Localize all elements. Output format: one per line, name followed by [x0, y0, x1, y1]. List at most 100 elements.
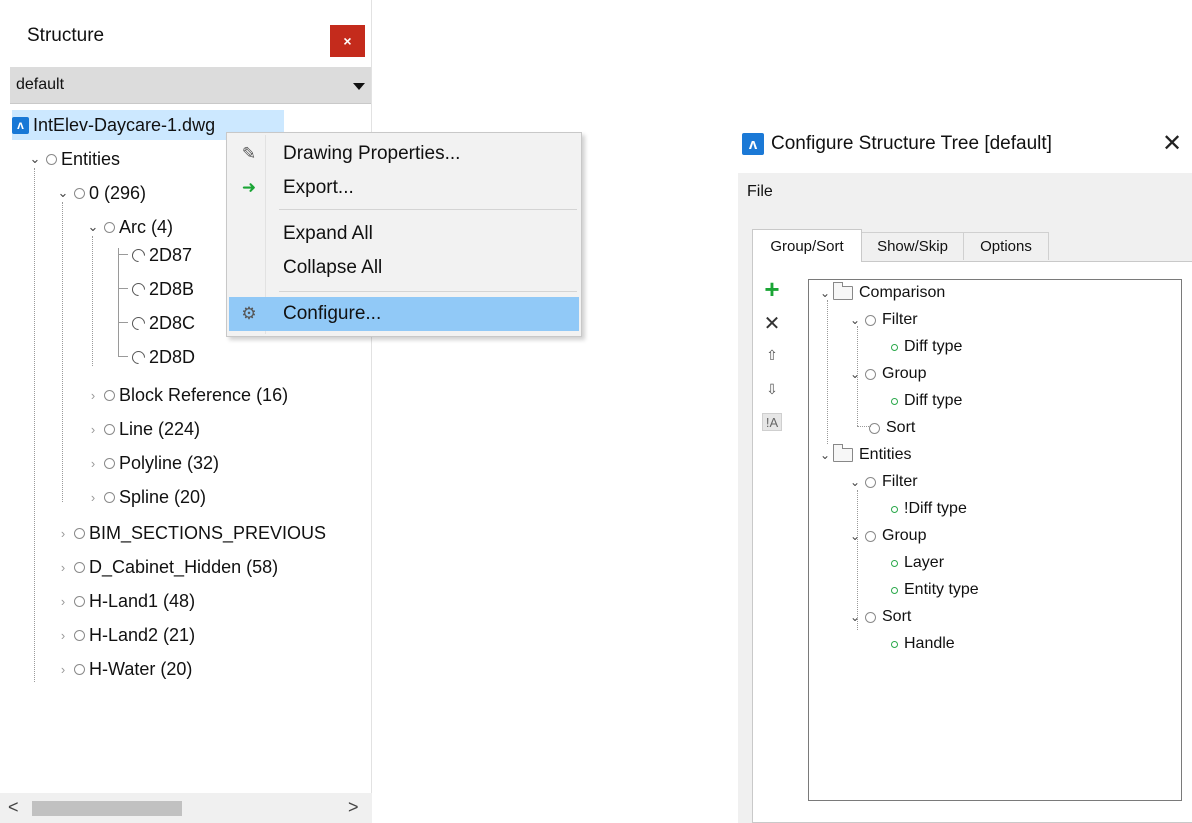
- tree-node-arc[interactable]: ⌄ Arc (4): [86, 212, 173, 242]
- tree-node-label: Filter: [882, 473, 918, 490]
- export-icon: ➜: [241, 178, 257, 197]
- node-circle-icon: [104, 423, 115, 435]
- tree-root-label: IntElev-Daycare-1.dwg: [33, 114, 216, 135]
- menu-item-label: Collapse All: [283, 257, 383, 278]
- chevron-down-icon[interactable]: ⌄: [28, 151, 42, 167]
- arc-icon: [129, 279, 148, 299]
- tree-leaf-not-diff-type[interactable]: !Diff type: [887, 496, 967, 522]
- menu-item-drawing-properties[interactable]: ✎ Drawing Properties...: [229, 137, 579, 171]
- tree-connector: [827, 300, 828, 444]
- tree-node-label: Entity type: [904, 581, 979, 598]
- chevron-down-icon[interactable]: ⌄: [849, 475, 861, 489]
- tree-leaf-diff-type[interactable]: Diff type: [887, 334, 962, 360]
- tree-node-label: H-Land2 (21): [89, 624, 196, 645]
- tree-node-comparison-filter[interactable]: ⌄ Filter: [849, 307, 918, 333]
- tree-node-h-water[interactable]: › H-Water (20): [56, 654, 193, 684]
- configure-dialog: ʌ Configure Structure Tree [default] ✕ F…: [738, 113, 1192, 823]
- tree-node-label: Comparison: [859, 284, 946, 301]
- tab-show-skip[interactable]: Show/Skip: [861, 232, 964, 260]
- tree-leaf-arc-item[interactable]: 2D8B: [128, 274, 194, 304]
- context-menu: ✎ Drawing Properties... ➜ Export... Expa…: [226, 132, 582, 337]
- tree-node-h-land2[interactable]: › H-Land2 (21): [56, 620, 195, 650]
- tree-connector: [118, 254, 128, 255]
- node-circle-icon: [46, 153, 57, 165]
- chevron-right-icon[interactable]: ›: [56, 560, 70, 575]
- chevron-right-icon[interactable]: ›: [86, 388, 100, 403]
- dialog-close-button[interactable]: ✕: [1162, 129, 1182, 158]
- close-button[interactable]: ×: [330, 25, 365, 57]
- tree-leaf-handle[interactable]: Handle: [887, 631, 955, 657]
- chevron-down-icon[interactable]: ⌄: [849, 529, 861, 543]
- chevron-right-icon[interactable]: ›: [56, 662, 70, 677]
- node-circle-icon: [74, 663, 85, 675]
- config-dropdown[interactable]: default: [10, 67, 371, 104]
- chevron-down-icon[interactable]: ⌄: [819, 448, 831, 462]
- negate-button[interactable]: !A: [762, 413, 782, 431]
- tree-leaf-diff-type[interactable]: Diff type: [887, 388, 962, 414]
- tree-node-label: 2D8B: [149, 278, 195, 299]
- dropdown-value: default: [16, 76, 65, 93]
- chevron-down-icon[interactable]: ⌄: [849, 313, 861, 327]
- menu-item-configure[interactable]: ⚙ Configure...: [229, 297, 579, 331]
- tree-node-entities-group[interactable]: ⌄ Group: [849, 523, 927, 549]
- move-down-button[interactable]: ⇩: [760, 377, 784, 401]
- chevron-right-icon[interactable]: ›: [86, 422, 100, 437]
- tree-node-comparison-group[interactable]: ⌄ Group: [849, 361, 927, 387]
- node-circle-icon: [74, 629, 85, 641]
- tree-node-layer-0[interactable]: ⌄ 0 (296): [56, 178, 147, 208]
- tab-options[interactable]: Options: [963, 232, 1049, 260]
- tree-node-entities[interactable]: ⌄ Entities: [819, 442, 911, 468]
- properties-icon: ✎: [241, 144, 257, 163]
- chevron-down-icon[interactable]: ⌄: [849, 610, 861, 624]
- chevron-right-icon[interactable]: ›: [56, 526, 70, 541]
- menu-item-export[interactable]: ➜ Export...: [229, 171, 579, 205]
- chevron-right-icon[interactable]: ›: [86, 490, 100, 505]
- tree-node-entities-sort[interactable]: ⌄ Sort: [849, 604, 911, 630]
- chevron-down-icon[interactable]: ⌄: [849, 367, 861, 381]
- tree-node-polyline[interactable]: › Polyline (32): [86, 448, 219, 478]
- tree-node-label: Sort: [882, 608, 912, 625]
- tree-node-spline[interactable]: › Spline (20): [86, 482, 206, 512]
- node-circle-icon: [865, 314, 876, 326]
- menu-item-expand-all[interactable]: Expand All: [229, 217, 579, 251]
- tree-node-label: H-Water (20): [89, 658, 193, 679]
- tree-node-block-reference[interactable]: › Block Reference (16): [86, 380, 288, 410]
- tree-leaf-arc-item[interactable]: 2D87: [128, 240, 192, 270]
- tree-node-d-cabinet[interactable]: › D_Cabinet_Hidden (58): [56, 552, 278, 582]
- node-circle-icon: [869, 422, 880, 434]
- chevron-right-icon[interactable]: ›: [56, 594, 70, 609]
- chevron-right-icon[interactable]: ›: [86, 456, 100, 471]
- scroll-left-icon[interactable]: <: [8, 797, 19, 818]
- chevron-down-icon[interactable]: ⌄: [819, 286, 831, 300]
- tree-node-entities-filter[interactable]: ⌄ Filter: [849, 469, 918, 495]
- node-circle-icon: [865, 476, 876, 488]
- remove-button[interactable]: ✕: [760, 311, 784, 335]
- chevron-down-icon[interactable]: ⌄: [86, 219, 100, 235]
- tree-leaf-arc-item[interactable]: 2D8C: [128, 308, 195, 338]
- tree-connector: [118, 356, 128, 357]
- move-up-button[interactable]: ⇧: [760, 343, 784, 367]
- tree-leaf-entity-type[interactable]: Entity type: [887, 577, 979, 603]
- tree-leaf-layer[interactable]: Layer: [887, 550, 944, 576]
- tree-node-label: Entities: [61, 148, 121, 169]
- tree-leaf-arc-item[interactable]: 2D8D: [128, 342, 195, 372]
- scroll-right-icon[interactable]: >: [348, 797, 359, 818]
- tree-node-comparison-sort[interactable]: Sort: [865, 415, 915, 441]
- chevron-down-icon[interactable]: [353, 83, 365, 90]
- config-tree[interactable]: ⌄ Comparison ⌄ Filter Diff type ⌄ Group …: [808, 279, 1182, 801]
- horizontal-scrollbar[interactable]: < >: [0, 793, 372, 823]
- scrollbar-thumb[interactable]: [32, 801, 182, 816]
- menu-item-collapse-all[interactable]: Collapse All: [229, 251, 579, 285]
- tree-node-comparison[interactable]: ⌄ Comparison: [819, 280, 945, 306]
- folder-open-icon: [833, 444, 853, 462]
- node-circle-icon: [104, 457, 115, 469]
- chevron-right-icon[interactable]: ›: [56, 628, 70, 643]
- tree-node-h-land1[interactable]: › H-Land1 (48): [56, 586, 195, 616]
- chevron-down-icon[interactable]: ⌄: [56, 185, 70, 201]
- tree-node-bim-sections[interactable]: › BIM_SECTIONS_PREVIOUS: [56, 518, 326, 548]
- tab-group-sort[interactable]: Group/Sort: [752, 229, 862, 262]
- add-button[interactable]: +: [760, 276, 784, 302]
- tree-node-entities[interactable]: ⌄ Entities: [28, 144, 120, 174]
- menu-file[interactable]: File: [747, 183, 773, 201]
- tree-node-line[interactable]: › Line (224): [86, 414, 200, 444]
